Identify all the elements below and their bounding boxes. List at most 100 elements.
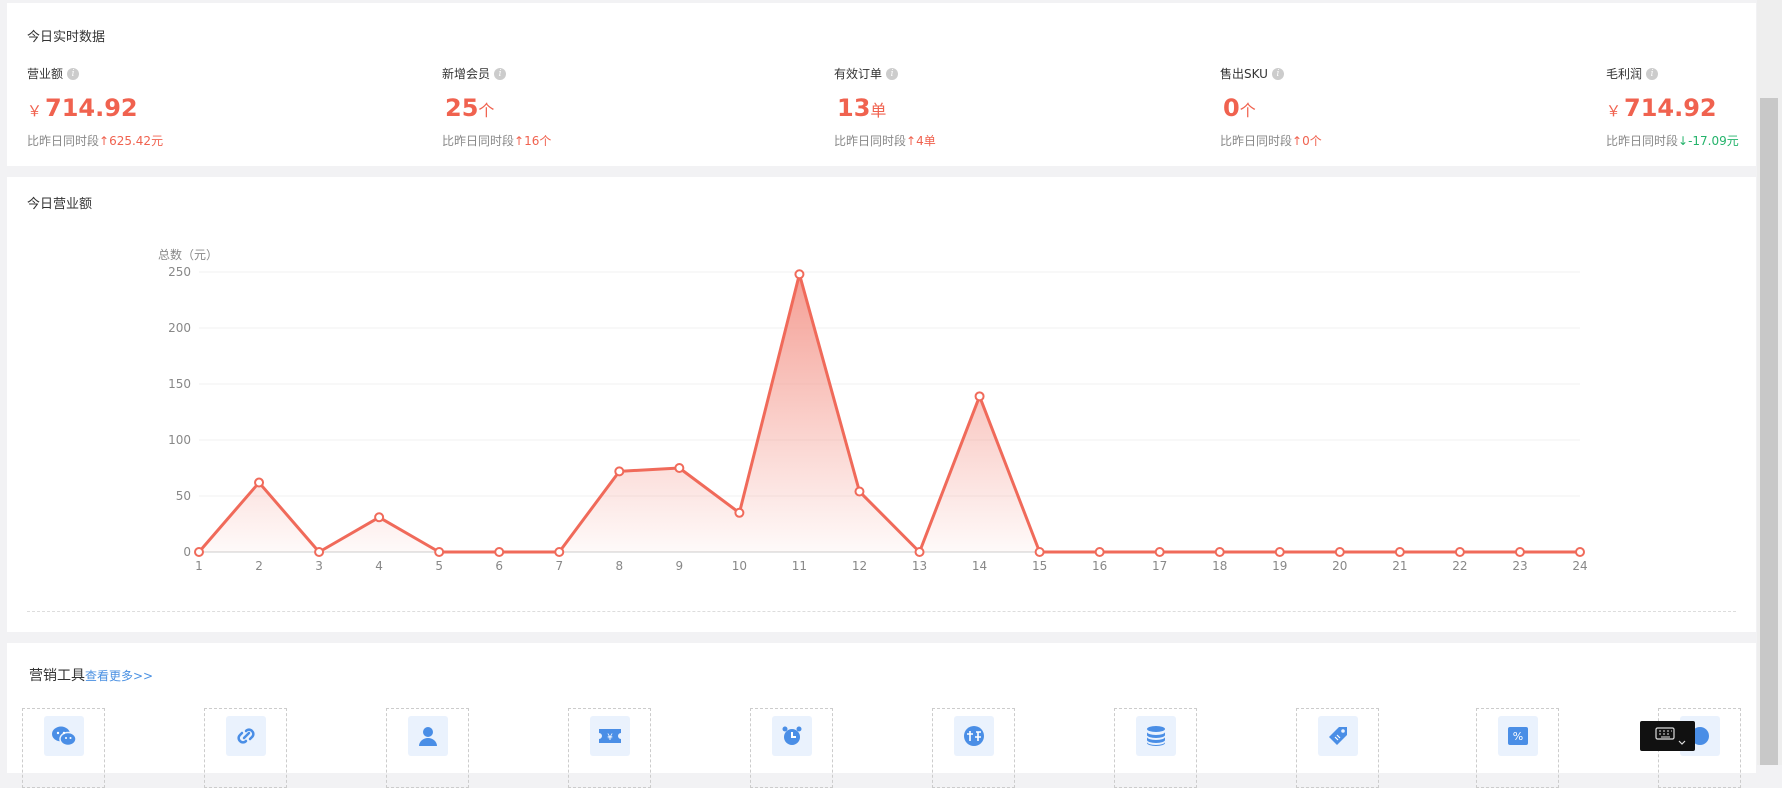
data-point bbox=[974, 391, 985, 402]
scrollbar-thumb[interactable] bbox=[1760, 98, 1778, 765]
x-tick-label: 13 bbox=[912, 559, 927, 573]
stat-gross-profit: 毛利润 i ￥ 714.92 比昨日同时段↓-17.09元 bbox=[1606, 65, 1739, 149]
view-more-link[interactable]: 查看更多>> bbox=[85, 669, 153, 683]
info-icon[interactable]: i bbox=[886, 67, 899, 80]
y-tick-label: 50 bbox=[176, 489, 191, 503]
x-tick-label: 10 bbox=[732, 559, 747, 573]
data-point bbox=[1394, 547, 1405, 557]
data-point bbox=[314, 547, 325, 557]
info-icon[interactable]: i bbox=[494, 67, 507, 80]
compare-label: 比昨日同时段 bbox=[442, 134, 515, 148]
x-tick-label: 17 bbox=[1152, 559, 1167, 573]
divider bbox=[27, 611, 1736, 612]
y-tick-label: 250 bbox=[168, 265, 191, 279]
stat-value: 13 bbox=[837, 94, 871, 122]
revenue-chart-panel: 今日营业额 总数（元） 0 50 100 150 200 250 1 2 3 4 5 6 7 8 9 10 11 1… bbox=[7, 177, 1756, 632]
data-point bbox=[374, 512, 385, 523]
x-tick-label: 11 bbox=[792, 559, 807, 573]
member-icon bbox=[408, 716, 448, 756]
tools-title: 营销工具 bbox=[29, 668, 85, 684]
stat-revenue: 营业额 i ￥ 714.92 比昨日同时段↑625.42元 bbox=[27, 65, 163, 149]
tool-card-group-buy[interactable] bbox=[932, 708, 1015, 788]
x-tick-label: 5 bbox=[435, 559, 443, 573]
stat-delta: 16个 bbox=[524, 134, 552, 148]
data-point bbox=[914, 547, 925, 557]
stat-label: 毛利润 bbox=[1606, 67, 1643, 81]
x-tick-label: 15 bbox=[1032, 559, 1047, 573]
svg-text:%: % bbox=[1513, 730, 1523, 743]
data-point bbox=[1214, 547, 1225, 557]
tool-card-link[interactable] bbox=[204, 708, 287, 788]
data-point bbox=[434, 547, 445, 557]
stat-value: 25 bbox=[445, 94, 479, 122]
info-icon[interactable]: i bbox=[1646, 67, 1659, 80]
tag-icon bbox=[1318, 716, 1358, 756]
arrow-down-icon: ↓ bbox=[1678, 134, 1689, 148]
data-point bbox=[494, 547, 505, 557]
x-tick-label: 3 bbox=[315, 559, 323, 573]
wechat-icon bbox=[44, 716, 84, 756]
tool-card-member[interactable] bbox=[386, 708, 469, 788]
tool-card-wechat[interactable] bbox=[22, 708, 105, 788]
data-point bbox=[1034, 547, 1045, 557]
arrow-up-icon: ↑ bbox=[906, 134, 917, 148]
x-tick-label: 12 bbox=[852, 559, 867, 573]
data-point bbox=[614, 466, 625, 477]
stat-delta: -17.09元 bbox=[1688, 134, 1739, 148]
keyboard-widget[interactable] bbox=[1640, 721, 1695, 751]
x-tick-label: 21 bbox=[1392, 559, 1407, 573]
points-database-icon bbox=[1136, 716, 1176, 756]
arrow-up-icon: ↑ bbox=[1292, 134, 1303, 148]
x-tick-label: 19 bbox=[1272, 559, 1287, 573]
revenue-line-chart[interactable]: 总数（元）0501001502002501 2 3 4 5 6 7 8 9 10 11 12 13 14 1… bbox=[7, 177, 1756, 632]
stat-label: 营业额 bbox=[27, 67, 64, 81]
x-tick-label: 14 bbox=[972, 559, 987, 573]
stat-valid-orders: 有效订单 i 13 单 比昨日同时段↑4单 bbox=[834, 65, 936, 149]
data-point bbox=[1334, 547, 1345, 557]
info-icon[interactable]: i bbox=[67, 67, 80, 80]
stat-unit: 单 bbox=[870, 101, 887, 120]
x-tick-label: 16 bbox=[1092, 559, 1107, 573]
coupon-icon: ¥ bbox=[590, 716, 630, 756]
series-line bbox=[197, 272, 1580, 554]
x-tick-label: 1 bbox=[195, 559, 203, 573]
discount-icon: % bbox=[1498, 716, 1538, 756]
stat-delta: 0个 bbox=[1302, 134, 1322, 148]
series-area bbox=[199, 274, 1580, 552]
y-axis-label: 总数（元） bbox=[158, 247, 218, 262]
data-point bbox=[194, 547, 204, 557]
stat-label: 新增会员 bbox=[442, 67, 491, 81]
x-tick-label: 7 bbox=[555, 559, 563, 573]
data-point bbox=[1094, 547, 1105, 557]
stat-label: 有效订单 bbox=[834, 67, 883, 81]
arrow-up-icon: ↑ bbox=[99, 134, 110, 148]
y-tick-label: 150 bbox=[168, 377, 191, 391]
y-tick-label: 200 bbox=[168, 321, 191, 335]
stat-unit: 个 bbox=[478, 101, 495, 120]
data-point bbox=[254, 477, 265, 488]
info-icon[interactable]: i bbox=[1271, 67, 1284, 80]
x-tick-label: 24 bbox=[1572, 559, 1587, 573]
tool-card-coupon[interactable]: ¥ bbox=[568, 708, 651, 788]
data-point bbox=[854, 486, 865, 497]
tool-card-alarm[interactable] bbox=[750, 708, 833, 788]
x-tick-label: 23 bbox=[1512, 559, 1527, 573]
y-tick-label: 100 bbox=[168, 433, 191, 447]
data-point bbox=[554, 547, 565, 557]
group-buy-icon bbox=[954, 716, 994, 756]
tool-card-tag[interactable] bbox=[1296, 708, 1379, 788]
marketing-tools-panel: 营销工具查看更多>> ¥ % bbox=[7, 643, 1756, 788]
arrow-up-icon: ↑ bbox=[514, 134, 525, 148]
stat-value: 0 bbox=[1223, 94, 1240, 122]
stat-delta: 4单 bbox=[916, 134, 936, 148]
x-tick-label: 22 bbox=[1452, 559, 1467, 573]
x-tick-label: 6 bbox=[495, 559, 503, 573]
tool-card-points[interactable] bbox=[1114, 708, 1197, 788]
data-point bbox=[794, 269, 805, 280]
data-point bbox=[734, 507, 745, 518]
data-point bbox=[1274, 547, 1285, 557]
tool-card-discount[interactable]: % bbox=[1476, 708, 1559, 788]
stat-label: 售出SKU bbox=[1220, 67, 1268, 81]
keyboard-icon bbox=[1655, 727, 1686, 745]
x-tick-label: 2 bbox=[255, 559, 263, 573]
